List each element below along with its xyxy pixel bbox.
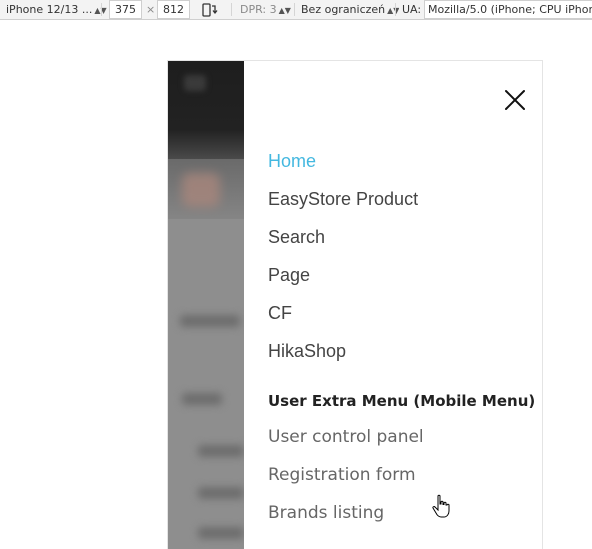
page-image-blurred bbox=[182, 173, 220, 207]
menu-item-home[interactable]: Home bbox=[268, 150, 316, 172]
menu-item-hikashop[interactable]: HikaShop bbox=[268, 340, 346, 362]
page-text-blurred bbox=[198, 445, 244, 457]
extra-menu-heading: User Extra Menu (Mobile Menu) bbox=[268, 392, 536, 410]
throttling-select[interactable]: Bez ograniczeń ▲▼ bbox=[301, 0, 399, 19]
toolbar-divider bbox=[294, 3, 295, 16]
throttling-label: Bez ograniczeń bbox=[301, 3, 386, 16]
menu-item-user-control-panel[interactable]: User control panel bbox=[268, 426, 424, 448]
page-header-blurred bbox=[168, 61, 244, 159]
toolbar-divider bbox=[231, 3, 232, 16]
menu-item-page[interactable]: Page bbox=[268, 264, 310, 286]
updown-icon: ▲▼ bbox=[278, 6, 291, 15]
updown-icon: ▲▼ bbox=[387, 6, 400, 15]
page-backdrop[interactable] bbox=[168, 61, 244, 549]
hand-pointer-icon bbox=[432, 494, 450, 518]
user-agent-input[interactable]: Mozilla/5.0 (iPhone; CPU iPhone OS bbox=[424, 0, 592, 19]
close-icon[interactable] bbox=[502, 87, 528, 113]
page-text-blurred bbox=[198, 527, 244, 539]
device-toolbar: iPhone 12/13 ...▲▼ 375 × 812 DPR: 3▲▼ Be… bbox=[0, 0, 592, 20]
offcanvas-menu: Home EasyStore Product Search Page CF Hi… bbox=[244, 61, 542, 549]
dimension-separator: × bbox=[146, 3, 156, 16]
device-viewport: Home EasyStore Product Search Page CF Hi… bbox=[167, 60, 543, 549]
page-text-blurred bbox=[198, 487, 244, 499]
menu-item-brands-listing[interactable]: Brands listing bbox=[268, 502, 384, 524]
menu-item-cf[interactable]: CF bbox=[268, 302, 292, 324]
page-logo-blurred bbox=[184, 75, 206, 91]
dpr-label: DPR: 3 bbox=[240, 3, 277, 16]
page-text-blurred bbox=[182, 393, 222, 405]
rotate-device-icon[interactable] bbox=[201, 2, 219, 18]
menu-item-easystore-product[interactable]: EasyStore Product bbox=[268, 188, 418, 210]
menu-item-search[interactable]: Search bbox=[268, 226, 325, 248]
device-select[interactable]: iPhone 12/13 ...▲▼ bbox=[6, 0, 107, 19]
height-input[interactable]: 812 bbox=[157, 0, 190, 19]
ua-label: UA: bbox=[402, 3, 422, 16]
menu-item-registration-form[interactable]: Registration form bbox=[268, 464, 416, 486]
device-select-label: iPhone 12/13 ... bbox=[6, 3, 93, 16]
toolbar-divider bbox=[101, 3, 102, 16]
page-text-blurred bbox=[180, 315, 240, 327]
width-input[interactable]: 375 bbox=[109, 0, 142, 19]
dpr-select[interactable]: DPR: 3 ▲▼ bbox=[240, 0, 291, 19]
toolbar-divider bbox=[395, 3, 396, 16]
